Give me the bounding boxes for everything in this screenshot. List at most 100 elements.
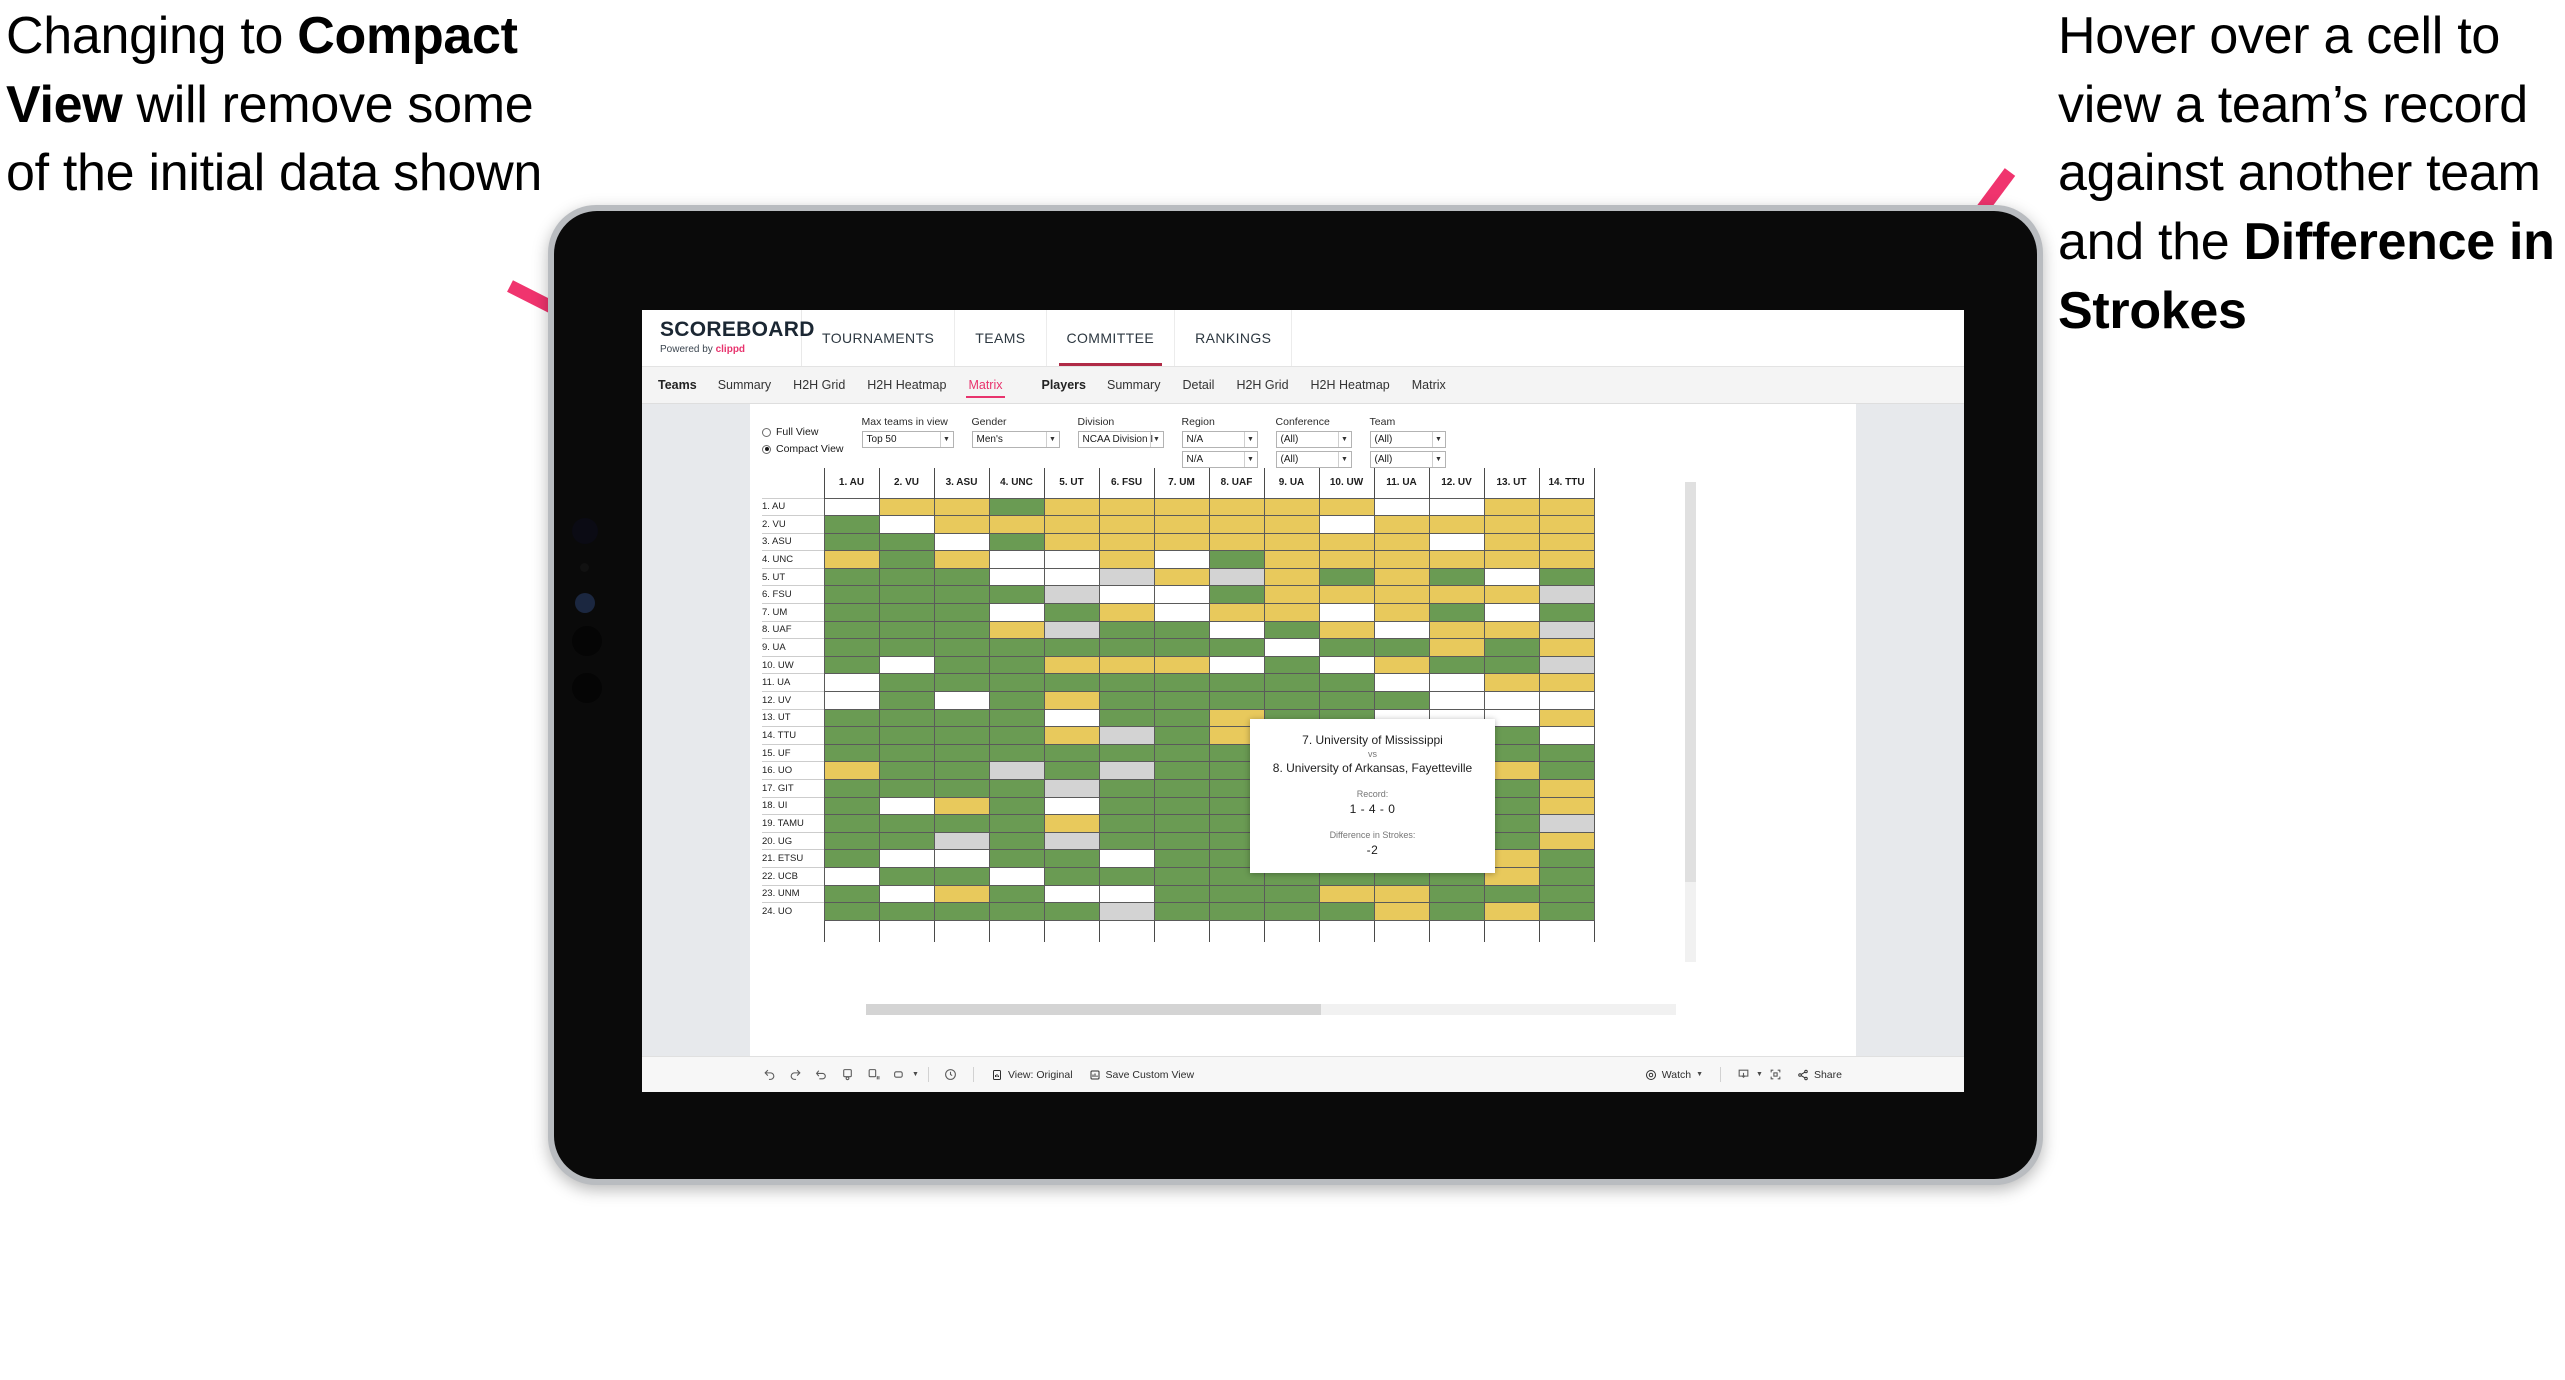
matrix-cell[interactable] (988, 743, 1045, 763)
matrix-cell[interactable] (878, 603, 935, 622)
download-caret-icon[interactable]: ▼ (1756, 1071, 1763, 1078)
matrix-cell[interactable] (878, 585, 935, 605)
matrix-cell[interactable] (1098, 743, 1155, 763)
conference-select-primary[interactable]: (All) ▼ (1275, 431, 1352, 448)
matrix-cell[interactable] (1428, 550, 1485, 569)
side-button-lower[interactable] (572, 673, 602, 703)
matrix-cell[interactable] (1263, 603, 1320, 622)
subnav-item-teams-summary[interactable]: Summary (707, 367, 782, 403)
matrix-cell[interactable] (1318, 532, 1375, 552)
matrix-cell[interactable] (933, 532, 990, 552)
horizontal-scrollbar-thumb[interactable] (866, 1004, 1321, 1015)
share-button[interactable]: Share (1789, 1063, 1850, 1087)
matrix-cell[interactable] (1538, 691, 1595, 710)
matrix-cell[interactable] (1153, 567, 1210, 587)
matrix-cell[interactable] (1263, 515, 1320, 534)
matrix-cell[interactable] (1538, 884, 1595, 904)
matrix-cell[interactable] (823, 603, 880, 622)
matrix-cell[interactable] (933, 603, 990, 622)
conference-select-secondary[interactable]: (All) ▼ (1275, 451, 1352, 468)
matrix-cell[interactable] (988, 638, 1045, 657)
matrix-cell[interactable] (823, 550, 880, 569)
matrix-cell[interactable] (1098, 515, 1155, 534)
matrix-cell[interactable] (823, 620, 880, 640)
matrix-cell[interactable] (1318, 515, 1375, 534)
matrix-cell[interactable] (933, 567, 990, 587)
matrix-cell[interactable] (1098, 814, 1155, 833)
matrix-cell[interactable] (1373, 902, 1430, 921)
matrix-cell[interactable] (878, 831, 935, 851)
matrix-cell[interactable] (1208, 902, 1265, 921)
matrix-cell[interactable] (1153, 585, 1210, 605)
topnav-item-committee[interactable]: COMMITTEE (1047, 310, 1176, 366)
matrix-cell[interactable] (1208, 673, 1265, 693)
matrix-cell[interactable] (878, 691, 935, 710)
matrix-cell[interactable] (1263, 638, 1320, 657)
team-select-secondary[interactable]: (All) ▼ (1369, 451, 1446, 468)
matrix-cell[interactable] (1538, 902, 1595, 921)
matrix-cell[interactable] (1428, 691, 1485, 710)
matrix-cell[interactable] (1538, 779, 1595, 798)
revert-icon[interactable] (808, 1063, 834, 1087)
matrix-cell[interactable] (1098, 761, 1155, 780)
subnav-item-teams-h2h-heatmap[interactable]: H2H Heatmap (856, 367, 957, 403)
matrix-cell[interactable] (1428, 497, 1485, 517)
matrix-cell[interactable] (1043, 708, 1100, 728)
matrix-cell[interactable] (1043, 831, 1100, 851)
matrix-cell[interactable] (823, 691, 880, 710)
matrix-cell[interactable] (1098, 585, 1155, 605)
matrix-cell[interactable] (988, 532, 1045, 552)
matrix-cell[interactable] (1098, 779, 1155, 798)
matrix-cell[interactable] (1373, 515, 1430, 534)
matrix-cell[interactable] (1483, 884, 1540, 904)
matrix-cell[interactable] (1043, 902, 1100, 921)
matrix-cell[interactable] (1373, 691, 1430, 710)
matrix-cell[interactable] (1428, 673, 1485, 693)
matrix-cell[interactable] (1538, 515, 1595, 534)
matrix-cell[interactable] (1208, 585, 1265, 605)
matrix-cell[interactable] (1098, 620, 1155, 640)
matrix-cell[interactable] (1318, 585, 1375, 605)
matrix-cell[interactable] (988, 515, 1045, 534)
matrix-cell[interactable] (878, 761, 935, 780)
subnav-item-players-matrix[interactable]: Matrix (1401, 367, 1457, 403)
matrix-cell[interactable] (1043, 585, 1100, 605)
matrix-cell[interactable] (988, 673, 1045, 693)
view-original-button[interactable]: View: Original (983, 1063, 1081, 1087)
matrix-cell[interactable] (878, 779, 935, 798)
radio-compact-view[interactable]: Compact View (762, 443, 844, 455)
redo-icon[interactable] (782, 1063, 808, 1087)
subnav-item-players-summary[interactable]: Summary (1096, 367, 1171, 403)
matrix-cell[interactable] (1538, 761, 1595, 780)
matrix-cell[interactable] (933, 743, 990, 763)
topnav-item-tournaments[interactable]: TOURNAMENTS (802, 310, 956, 366)
matrix-cell[interactable] (1373, 638, 1430, 657)
matrix-cell[interactable] (1153, 743, 1210, 763)
matrix-cell[interactable] (988, 691, 1045, 710)
matrix-cell[interactable] (1483, 585, 1540, 605)
matrix-cell[interactable] (823, 638, 880, 657)
matrix-cell[interactable] (1208, 515, 1265, 534)
matrix-cell[interactable] (1153, 726, 1210, 745)
matrix-cell[interactable] (823, 515, 880, 534)
matrix-cell[interactable] (823, 673, 880, 693)
matrix-cell[interactable] (1098, 638, 1155, 657)
matrix-cell[interactable] (1538, 550, 1595, 569)
matrix-cell[interactable] (1318, 691, 1375, 710)
matrix-cell[interactable] (933, 779, 990, 798)
max-teams-select[interactable]: Top 50 ▼ (861, 431, 954, 448)
matrix-cell[interactable] (988, 708, 1045, 728)
matrix-cell[interactable] (933, 831, 990, 851)
matrix-cell[interactable] (1208, 567, 1265, 587)
matrix-cell[interactable] (1098, 902, 1155, 921)
save-custom-view-button[interactable]: Save Custom View (1081, 1063, 1203, 1087)
matrix-cell[interactable] (1483, 532, 1540, 552)
matrix-cell[interactable] (1098, 691, 1155, 710)
matrix-cell[interactable] (1318, 673, 1375, 693)
matrix-cell[interactable] (1428, 567, 1485, 587)
matrix-cell[interactable] (1153, 532, 1210, 552)
matrix-cell[interactable] (1483, 620, 1540, 640)
matrix-cell[interactable] (1043, 761, 1100, 780)
matrix-cell[interactable] (1153, 902, 1210, 921)
matrix-cell[interactable] (823, 585, 880, 605)
